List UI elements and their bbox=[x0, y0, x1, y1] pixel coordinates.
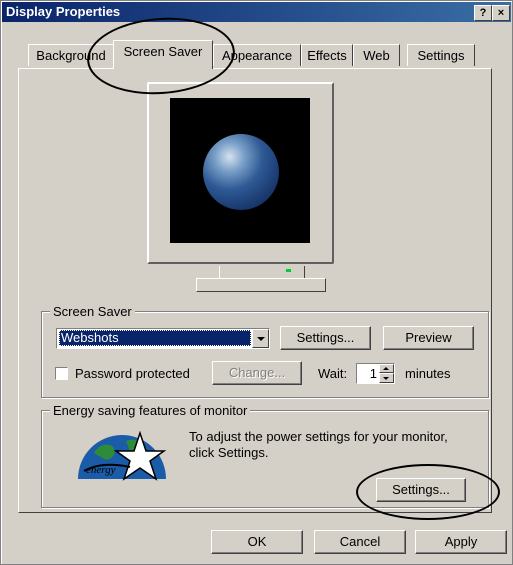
help-button[interactable]: ? bbox=[474, 5, 492, 21]
wait-value: 1 bbox=[369, 366, 377, 381]
window-title: Display Properties bbox=[6, 4, 121, 19]
title-bar[interactable]: Display Properties ? × bbox=[2, 2, 511, 22]
screen-saver-settings-button[interactable]: Settings... bbox=[280, 326, 371, 350]
ok-button[interactable]: OK bbox=[211, 530, 303, 554]
energy-description: To adjust the power settings for your mo… bbox=[189, 429, 448, 460]
energy-group-label: Energy saving features of monitor bbox=[50, 403, 251, 418]
screen-saver-selected: Webshots bbox=[59, 330, 251, 346]
monitor-base bbox=[196, 278, 326, 292]
change-password-button[interactable]: Change... bbox=[212, 361, 302, 385]
svg-text:energy: energy bbox=[86, 464, 116, 476]
power-led bbox=[286, 269, 291, 272]
tab-background[interactable]: Background bbox=[28, 44, 114, 66]
preview-screen bbox=[170, 98, 310, 243]
password-protected-checkbox[interactable] bbox=[55, 367, 68, 380]
wait-label: Wait: bbox=[318, 366, 348, 381]
energy-star-logo-icon: energy bbox=[78, 430, 167, 481]
tab-effects[interactable]: Effects bbox=[301, 44, 353, 66]
tab-settings[interactable]: Settings bbox=[407, 44, 475, 66]
tab-appearance[interactable]: Appearance bbox=[213, 44, 301, 66]
cancel-button[interactable]: Cancel bbox=[314, 530, 406, 554]
energy-settings-button[interactable]: Settings... bbox=[376, 478, 466, 502]
tab-screen-saver[interactable]: Screen Saver bbox=[113, 40, 213, 69]
close-button[interactable]: × bbox=[492, 5, 510, 21]
earth-image bbox=[203, 134, 279, 210]
password-protected-label[interactable]: Password protected bbox=[75, 366, 190, 381]
wait-spinner[interactable]: 1 bbox=[356, 363, 395, 384]
spin-up-icon[interactable] bbox=[379, 364, 394, 373]
screen-saver-group-label: Screen Saver bbox=[50, 304, 135, 319]
screen-saver-select[interactable]: Webshots bbox=[56, 328, 270, 349]
spin-down-icon[interactable] bbox=[379, 373, 394, 383]
minutes-label: minutes bbox=[405, 366, 451, 381]
chevron-down-icon[interactable] bbox=[252, 329, 269, 348]
apply-button[interactable]: Apply bbox=[415, 530, 507, 554]
tab-web[interactable]: Web bbox=[353, 44, 400, 66]
preview-button[interactable]: Preview bbox=[383, 326, 474, 350]
